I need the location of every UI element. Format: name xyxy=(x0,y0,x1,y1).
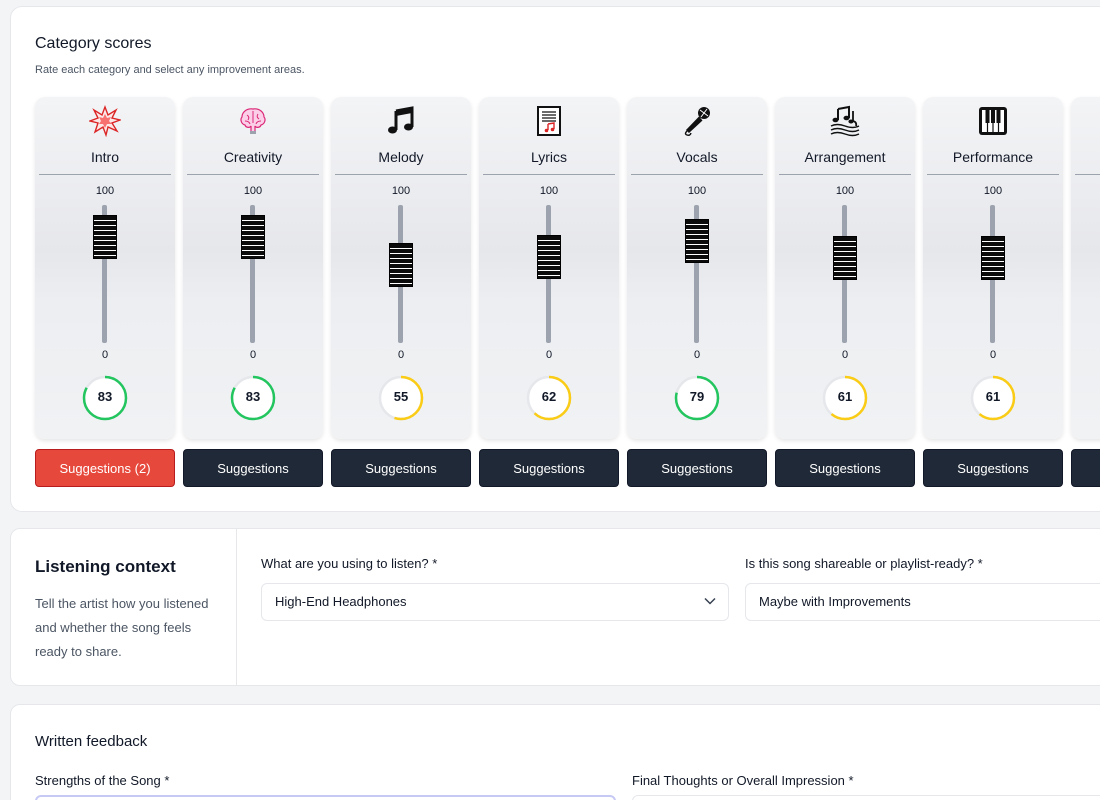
written-feedback-card: Written feedback Strengths of the Song *… xyxy=(10,704,1100,800)
scale-min: 0 xyxy=(989,349,997,361)
category-scores-card: Category scores Rate each category and s… xyxy=(10,6,1100,512)
category-creativity: Creativity 100 0 83 xyxy=(183,97,323,439)
final-thoughts-textarea[interactable] xyxy=(632,795,1100,800)
divider xyxy=(631,174,763,175)
category-label: Performance xyxy=(952,149,1034,165)
category-label: Lyrics xyxy=(530,149,568,165)
suggestions-button-performance[interactable]: Suggestions xyxy=(923,449,1063,487)
scale-max: 100 xyxy=(835,185,855,197)
category-label: Vocals xyxy=(676,149,718,165)
strengths-label: Strengths of the Song * xyxy=(35,773,170,788)
scale-max: 100 xyxy=(243,185,263,197)
suggestions-button-creativity[interactable]: Suggestions xyxy=(183,449,323,487)
slider-handle[interactable] xyxy=(981,236,1005,280)
category-scores-title: Category scores xyxy=(35,35,152,52)
suggestions-button-arrangement[interactable]: Suggestions xyxy=(775,449,915,487)
slider-handle[interactable] xyxy=(241,215,265,259)
listening-context-title: Listening context xyxy=(35,557,176,576)
category-label: Melody xyxy=(378,149,424,165)
chevron-down-icon xyxy=(704,597,716,605)
score-value: 79 xyxy=(689,389,705,404)
score-value: 55 xyxy=(393,389,409,404)
category-intro: Intro 100 0 83 xyxy=(35,97,175,439)
scale-min: 0 xyxy=(101,349,109,361)
divider xyxy=(927,174,1059,175)
slider-handle[interactable] xyxy=(93,215,117,259)
device-select-value: High-End Headphones xyxy=(275,594,407,609)
suggestions-button-melody[interactable]: Suggestions xyxy=(331,449,471,487)
final-thoughts-label: Final Thoughts or Overall Impression * xyxy=(632,773,854,788)
category-melody: Melody 100 0 55 xyxy=(331,97,471,439)
sheet-music-icon xyxy=(479,105,619,139)
suggestions-button-lyrics[interactable]: Suggestions xyxy=(479,449,619,487)
slider-handle[interactable] xyxy=(833,236,857,280)
category-label: Creativity xyxy=(223,149,283,165)
category-label: Intro xyxy=(90,149,119,165)
score-value: 83 xyxy=(97,389,113,404)
device-label: What are you using to listen? * xyxy=(261,556,438,571)
category-arrangement: Arrangement 100 0 61 xyxy=(775,97,915,439)
scale-max: 100 xyxy=(687,185,707,197)
category-next-partial xyxy=(1071,97,1100,439)
divider xyxy=(39,174,171,175)
score-value: 61 xyxy=(837,389,853,404)
brain-icon xyxy=(183,105,323,139)
piano-keys-icon xyxy=(923,105,1063,139)
category-vocals: Vocals 100 0 79 xyxy=(627,97,767,439)
slider-handle[interactable] xyxy=(389,243,413,287)
score-ring: 61 xyxy=(822,375,868,421)
scale-max: 100 xyxy=(983,185,1003,197)
music-note-icon xyxy=(331,105,471,139)
notes-staff-icon xyxy=(775,105,915,139)
scale-min: 0 xyxy=(841,349,849,361)
slider-handle[interactable] xyxy=(685,219,709,263)
scale-max: 100 xyxy=(539,185,559,197)
scale-max: 100 xyxy=(95,185,115,197)
suggestions-button-intro[interactable]: Suggestions (2) xyxy=(35,449,175,487)
listening-context-description: Tell the artist how you listened and whe… xyxy=(35,596,209,659)
microphone-icon xyxy=(627,105,767,139)
divider xyxy=(187,174,319,175)
shareable-select-value: Maybe with Improvements xyxy=(759,594,911,609)
suggestions-button-vocals[interactable]: Suggestions xyxy=(627,449,767,487)
category-label: Arrangement xyxy=(804,149,886,165)
category-scores-subtitle: Rate each category and select any improv… xyxy=(35,64,305,76)
category-lyrics: Lyrics 100 0 62 xyxy=(479,97,619,439)
scale-min: 0 xyxy=(693,349,701,361)
explosion-icon xyxy=(35,105,175,139)
score-ring: 61 xyxy=(970,375,1016,421)
scale-min: 0 xyxy=(545,349,553,361)
scale-max: 100 xyxy=(391,185,411,197)
score-value: 62 xyxy=(541,389,557,404)
divider xyxy=(1075,174,1100,175)
scale-min: 0 xyxy=(397,349,405,361)
slider-handle[interactable] xyxy=(537,235,561,279)
score-ring: 55 xyxy=(378,375,424,421)
listening-context-intro: Listening context Tell the artist how yo… xyxy=(11,529,237,685)
suggestions-button-next-partial[interactable] xyxy=(1071,449,1100,487)
shareable-select[interactable]: Maybe with Improvements xyxy=(745,583,1100,621)
score-value: 61 xyxy=(985,389,1001,404)
scale-min: 0 xyxy=(249,349,257,361)
score-ring: 79 xyxy=(674,375,720,421)
score-ring: 83 xyxy=(230,375,276,421)
score-ring: 83 xyxy=(82,375,128,421)
score-ring: 62 xyxy=(526,375,572,421)
strengths-textarea[interactable] xyxy=(35,795,616,800)
device-select[interactable]: High-End Headphones xyxy=(261,583,729,621)
divider xyxy=(335,174,467,175)
divider xyxy=(779,174,911,175)
shareable-label: Is this song shareable or playlist-ready… xyxy=(745,556,983,571)
listening-context-card: Listening context Tell the artist how yo… xyxy=(10,528,1100,686)
divider xyxy=(483,174,615,175)
written-feedback-title: Written feedback xyxy=(35,733,148,750)
category-performance: Performance 100 0 61 xyxy=(923,97,1063,439)
score-value: 83 xyxy=(245,389,261,404)
